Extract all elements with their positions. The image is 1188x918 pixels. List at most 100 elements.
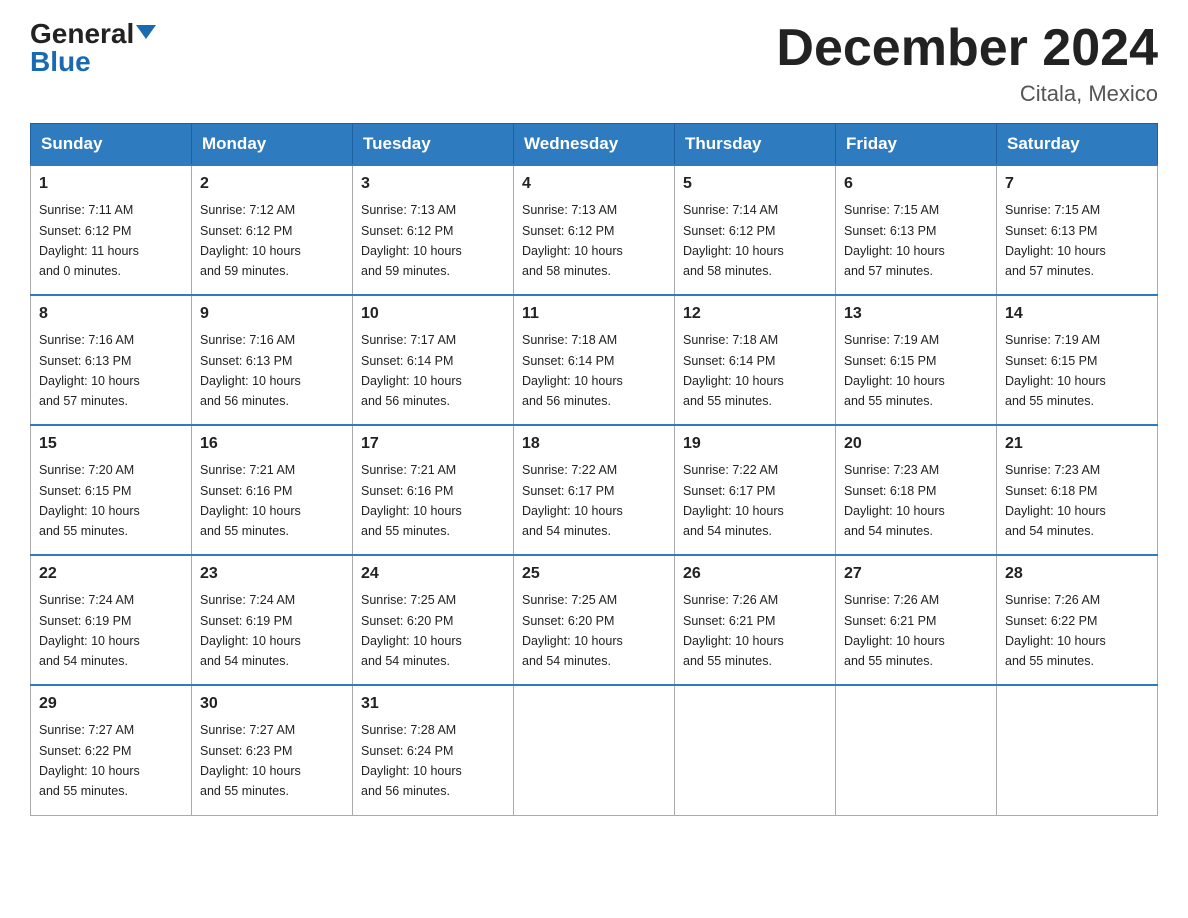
header-tuesday: Tuesday — [353, 124, 514, 166]
page-header: General Blue December 2024 Citala, Mexic… — [30, 20, 1158, 107]
table-row: 11 Sunrise: 7:18 AMSunset: 6:14 PMDaylig… — [514, 295, 675, 425]
table-row — [836, 685, 997, 815]
table-row: 16 Sunrise: 7:21 AMSunset: 6:16 PMDaylig… — [192, 425, 353, 555]
header-wednesday: Wednesday — [514, 124, 675, 166]
day-number: 20 — [844, 432, 988, 456]
table-row — [675, 685, 836, 815]
table-row: 20 Sunrise: 7:23 AMSunset: 6:18 PMDaylig… — [836, 425, 997, 555]
day-info: Sunrise: 7:16 AMSunset: 6:13 PMDaylight:… — [200, 333, 301, 408]
day-info: Sunrise: 7:12 AMSunset: 6:12 PMDaylight:… — [200, 203, 301, 278]
day-number: 8 — [39, 302, 183, 326]
table-row: 19 Sunrise: 7:22 AMSunset: 6:17 PMDaylig… — [675, 425, 836, 555]
day-info: Sunrise: 7:14 AMSunset: 6:12 PMDaylight:… — [683, 203, 784, 278]
table-row: 4 Sunrise: 7:13 AMSunset: 6:12 PMDayligh… — [514, 165, 675, 295]
day-info: Sunrise: 7:27 AMSunset: 6:23 PMDaylight:… — [200, 723, 301, 798]
day-number: 14 — [1005, 302, 1149, 326]
day-info: Sunrise: 7:20 AMSunset: 6:15 PMDaylight:… — [39, 463, 140, 538]
calendar-week-row: 1 Sunrise: 7:11 AMSunset: 6:12 PMDayligh… — [31, 165, 1158, 295]
day-info: Sunrise: 7:21 AMSunset: 6:16 PMDaylight:… — [361, 463, 462, 538]
table-row — [514, 685, 675, 815]
day-number: 19 — [683, 432, 827, 456]
table-row: 26 Sunrise: 7:26 AMSunset: 6:21 PMDaylig… — [675, 555, 836, 685]
header-thursday: Thursday — [675, 124, 836, 166]
day-number: 18 — [522, 432, 666, 456]
table-row: 10 Sunrise: 7:17 AMSunset: 6:14 PMDaylig… — [353, 295, 514, 425]
location-title: Citala, Mexico — [776, 81, 1158, 107]
calendar-header-row: Sunday Monday Tuesday Wednesday Thursday… — [31, 124, 1158, 166]
day-info: Sunrise: 7:22 AMSunset: 6:17 PMDaylight:… — [683, 463, 784, 538]
table-row: 28 Sunrise: 7:26 AMSunset: 6:22 PMDaylig… — [997, 555, 1158, 685]
day-info: Sunrise: 7:26 AMSunset: 6:21 PMDaylight:… — [683, 593, 784, 668]
day-info: Sunrise: 7:19 AMSunset: 6:15 PMDaylight:… — [844, 333, 945, 408]
day-number: 17 — [361, 432, 505, 456]
month-title: December 2024 — [776, 20, 1158, 77]
table-row: 25 Sunrise: 7:25 AMSunset: 6:20 PMDaylig… — [514, 555, 675, 685]
calendar-week-row: 22 Sunrise: 7:24 AMSunset: 6:19 PMDaylig… — [31, 555, 1158, 685]
day-number: 26 — [683, 562, 827, 586]
day-info: Sunrise: 7:17 AMSunset: 6:14 PMDaylight:… — [361, 333, 462, 408]
table-row — [997, 685, 1158, 815]
day-number: 23 — [200, 562, 344, 586]
day-info: Sunrise: 7:28 AMSunset: 6:24 PMDaylight:… — [361, 723, 462, 798]
logo-text: General — [30, 20, 156, 48]
day-number: 21 — [1005, 432, 1149, 456]
day-number: 16 — [200, 432, 344, 456]
table-row: 3 Sunrise: 7:13 AMSunset: 6:12 PMDayligh… — [353, 165, 514, 295]
title-area: December 2024 Citala, Mexico — [776, 20, 1158, 107]
day-info: Sunrise: 7:13 AMSunset: 6:12 PMDaylight:… — [361, 203, 462, 278]
day-number: 6 — [844, 172, 988, 196]
day-number: 11 — [522, 302, 666, 326]
day-number: 24 — [361, 562, 505, 586]
day-number: 30 — [200, 692, 344, 716]
table-row: 7 Sunrise: 7:15 AMSunset: 6:13 PMDayligh… — [997, 165, 1158, 295]
logo-blue: Blue — [30, 46, 91, 77]
day-info: Sunrise: 7:26 AMSunset: 6:22 PMDaylight:… — [1005, 593, 1106, 668]
calendar-week-row: 29 Sunrise: 7:27 AMSunset: 6:22 PMDaylig… — [31, 685, 1158, 815]
calendar-week-row: 8 Sunrise: 7:16 AMSunset: 6:13 PMDayligh… — [31, 295, 1158, 425]
day-number: 25 — [522, 562, 666, 586]
table-row: 24 Sunrise: 7:25 AMSunset: 6:20 PMDaylig… — [353, 555, 514, 685]
day-info: Sunrise: 7:15 AMSunset: 6:13 PMDaylight:… — [844, 203, 945, 278]
day-info: Sunrise: 7:25 AMSunset: 6:20 PMDaylight:… — [522, 593, 623, 668]
day-number: 15 — [39, 432, 183, 456]
table-row: 22 Sunrise: 7:24 AMSunset: 6:19 PMDaylig… — [31, 555, 192, 685]
day-number: 12 — [683, 302, 827, 326]
table-row: 6 Sunrise: 7:15 AMSunset: 6:13 PMDayligh… — [836, 165, 997, 295]
day-info: Sunrise: 7:18 AMSunset: 6:14 PMDaylight:… — [522, 333, 623, 408]
table-row: 8 Sunrise: 7:16 AMSunset: 6:13 PMDayligh… — [31, 295, 192, 425]
table-row: 29 Sunrise: 7:27 AMSunset: 6:22 PMDaylig… — [31, 685, 192, 815]
day-number: 29 — [39, 692, 183, 716]
day-info: Sunrise: 7:19 AMSunset: 6:15 PMDaylight:… — [1005, 333, 1106, 408]
day-info: Sunrise: 7:26 AMSunset: 6:21 PMDaylight:… — [844, 593, 945, 668]
day-info: Sunrise: 7:24 AMSunset: 6:19 PMDaylight:… — [200, 593, 301, 668]
day-number: 1 — [39, 172, 183, 196]
table-row: 15 Sunrise: 7:20 AMSunset: 6:15 PMDaylig… — [31, 425, 192, 555]
table-row: 31 Sunrise: 7:28 AMSunset: 6:24 PMDaylig… — [353, 685, 514, 815]
header-friday: Friday — [836, 124, 997, 166]
table-row: 27 Sunrise: 7:26 AMSunset: 6:21 PMDaylig… — [836, 555, 997, 685]
day-number: 7 — [1005, 172, 1149, 196]
day-number: 5 — [683, 172, 827, 196]
logo: General Blue — [30, 20, 156, 76]
header-sunday: Sunday — [31, 124, 192, 166]
table-row: 13 Sunrise: 7:19 AMSunset: 6:15 PMDaylig… — [836, 295, 997, 425]
day-info: Sunrise: 7:21 AMSunset: 6:16 PMDaylight:… — [200, 463, 301, 538]
day-number: 2 — [200, 172, 344, 196]
table-row: 23 Sunrise: 7:24 AMSunset: 6:19 PMDaylig… — [192, 555, 353, 685]
table-row: 18 Sunrise: 7:22 AMSunset: 6:17 PMDaylig… — [514, 425, 675, 555]
table-row: 9 Sunrise: 7:16 AMSunset: 6:13 PMDayligh… — [192, 295, 353, 425]
calendar-table: Sunday Monday Tuesday Wednesday Thursday… — [30, 123, 1158, 816]
calendar-week-row: 15 Sunrise: 7:20 AMSunset: 6:15 PMDaylig… — [31, 425, 1158, 555]
day-info: Sunrise: 7:23 AMSunset: 6:18 PMDaylight:… — [1005, 463, 1106, 538]
table-row: 17 Sunrise: 7:21 AMSunset: 6:16 PMDaylig… — [353, 425, 514, 555]
day-info: Sunrise: 7:18 AMSunset: 6:14 PMDaylight:… — [683, 333, 784, 408]
table-row: 12 Sunrise: 7:18 AMSunset: 6:14 PMDaylig… — [675, 295, 836, 425]
day-info: Sunrise: 7:24 AMSunset: 6:19 PMDaylight:… — [39, 593, 140, 668]
day-number: 3 — [361, 172, 505, 196]
header-saturday: Saturday — [997, 124, 1158, 166]
day-info: Sunrise: 7:11 AMSunset: 6:12 PMDaylight:… — [39, 203, 139, 278]
day-number: 22 — [39, 562, 183, 586]
table-row: 14 Sunrise: 7:19 AMSunset: 6:15 PMDaylig… — [997, 295, 1158, 425]
header-monday: Monday — [192, 124, 353, 166]
day-number: 31 — [361, 692, 505, 716]
